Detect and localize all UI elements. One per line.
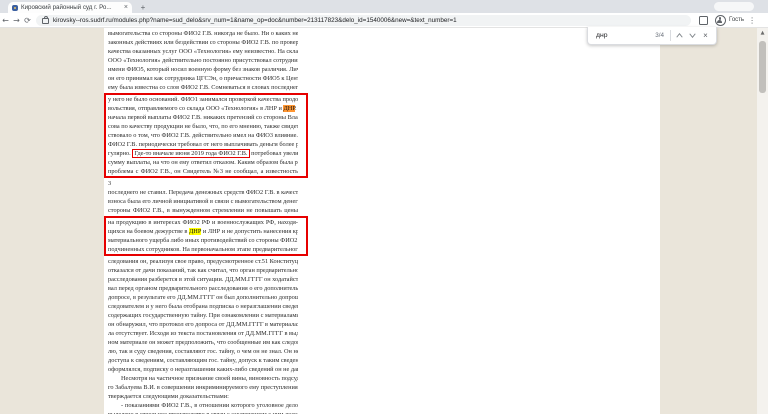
text-line: выделено в отдельное производство в связ… [108,410,298,414]
find-close-icon[interactable]: × [699,29,712,42]
text-line: последнего не ставил. Передача денежных … [108,188,298,197]
browser-tab[interactable]: Кировский районный суд г. Ро... × [8,2,132,13]
browser-menu-icon[interactable]: ⋮ [748,16,756,25]
search-match-active: ДНР [283,105,295,112]
text-line: ФИО2 Г.В. периодически требовал от него … [108,140,298,149]
forward-icon[interactable]: → [11,15,22,26]
site-favicon [12,5,18,11]
extensions-icon[interactable] [699,16,708,25]
text-line: начала первой выплаты ФИО2 Г.В. никаких … [108,113,298,122]
text-line: - показаниями ФИО2 Г.В., в отношении кот… [108,401,298,410]
scrollbar[interactable]: ▲ [757,28,768,414]
address-bar[interactable]: kirovsky--ros.sudrf.ru/modules.php?name=… [36,15,691,26]
text-line: у него не было оснований. ФИО1 занимался… [108,95,298,104]
text-line: ном материале он может предположить, что… [108,338,298,347]
text-line: вымогательства со стороны ФИО2 Г.В. нико… [108,29,298,38]
text-line: вал перед органом предварительного рассл… [108,284,298,293]
annotation-box: на продукцию в интересах ФИО2 РФ и военн… [104,216,308,256]
text-line: отказался от дачи показаний, так как счи… [108,266,298,275]
text-line: сумму выплаты, на что он ему ответил отк… [108,158,298,167]
new-tab-button[interactable]: + [138,3,148,13]
text-line: го Забалуева В.И. в совершении инкримини… [108,383,298,392]
text-line: проблема с ФИО2 Г.В., он Свидетель №3 не… [108,167,298,176]
text-line: содержащих государственную тайну. При оз… [108,311,298,320]
text-block: последнего не ставил. Передача денежных … [108,188,298,215]
find-match-count: 3/4 [655,32,664,39]
toolbar-actions: Гость ⋮ [695,15,762,26]
text-line: ООО «Технология» действительно постоянно… [108,56,298,65]
text-line: допросе, в результате его ДД.ММ.ГГГГ он … [108,293,298,302]
document-sheet: вымогательства со стороны ФИО2 Г.В. нико… [104,28,660,414]
find-query-input[interactable]: днр [596,32,655,39]
find-bar: днр 3/4 × [587,27,717,45]
text-line: ствовало о том, что ФИО2 Г.В. действител… [108,131,298,140]
text-block: следования он, реализуя свое право, пред… [108,257,298,414]
text-line: на продукцию в интересах ФИО2 РФ и военн… [108,218,298,227]
text-line: ла отсутствует. Исходя из текста постано… [108,329,298,338]
back-icon[interactable]: ← [0,15,11,26]
search-match: ДНР [189,228,201,235]
tab-search-button[interactable] [714,2,754,11]
text-line: гулярно. Где-то вначале июня 2019 года Ф… [108,149,298,158]
find-previous-icon[interactable] [673,29,686,42]
find-next-icon[interactable] [686,29,699,42]
scrollbar-thumb[interactable] [759,41,766,93]
reload-icon[interactable]: ⟳ [22,15,33,26]
text-line: стороны ФИО2 Г.В., в вынужденном стремле… [108,206,298,215]
text-line: доступа к сведениям, составляющим гос. т… [108,356,298,365]
profile-label: Гость [729,17,744,23]
tab-title: Кировский районный суд г. Ро... [21,4,122,11]
text-line: оформлялся, подписку о неразглашении как… [108,365,298,374]
tab-close-icon[interactable]: × [124,4,128,11]
scroll-up-icon[interactable]: ▲ [757,28,768,39]
text-line: щихся на боевом дежурстве в ДНР и ЛНР и … [108,227,298,236]
inline-annotation-box: Где-то вначале июня 2019 года ФИО2 Г.В. [132,149,249,158]
text-block: вымогательства со стороны ФИО2 Г.В. нико… [108,29,298,92]
text-line: расследования разберется в этой ситуации… [108,275,298,284]
page-number: 3 [108,179,298,188]
text-line: он обнаружил, что протокол его допроса о… [108,320,298,329]
url-text: kirovsky--ros.sudrf.ru/modules.php?name=… [53,17,457,24]
text-line: взноса была его личной инициативой в свя… [108,197,298,206]
text-line: он его принимал как сотрудника ЦГСЭн, о … [108,74,298,83]
text-line: следователем и у него была отобрана подп… [108,302,298,311]
find-divider [670,30,671,41]
text-line: имени ФИО5, который носил военную форму … [108,65,298,74]
text-line: сова по качеству продукции не было, что,… [108,122,298,131]
text-line: законных действиях или бездействии со ст… [108,38,298,47]
text-line: качества оказанных услуг ООО «Технология… [108,47,298,56]
document-text: вымогательства со стороны ФИО2 Г.В. нико… [108,29,298,414]
text-line: материального ущерба либо иных противоде… [108,236,298,245]
text-line: подчиненных сотрудников. На первоначальн… [108,245,298,254]
text-line: следования он, реализуя свое право, пред… [108,257,298,266]
page-background: вымогательства со стороны ФИО2 Г.В. нико… [0,28,768,414]
tab-strip: Кировский районный суд г. Ро... × + [0,0,768,13]
profile-avatar[interactable] [715,15,726,26]
text-line: Несмотря на частичное признание своей ви… [108,374,298,383]
text-line: ему была известна со слов ФИО2 Г.В. Сомн… [108,83,298,92]
text-line: вольствия, отправляемого со склада ООО «… [108,104,298,113]
lock-icon[interactable] [42,18,49,24]
text-line: тверждается следующими доказательствами: [108,392,298,401]
annotation-box: у него не было оснований. ФИО1 занимался… [104,93,308,178]
text-line: лю, так и суду сведения, составляют гос.… [108,347,298,356]
browser-toolbar: ← → ⟳ kirovsky--ros.sudrf.ru/modules.php… [0,13,768,28]
